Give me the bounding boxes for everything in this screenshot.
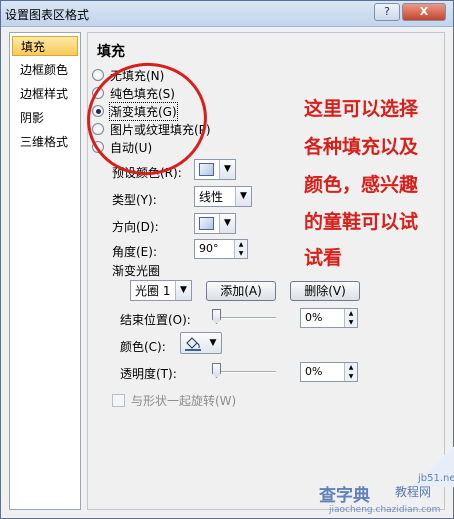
transparency-slider-track xyxy=(212,371,276,373)
chevron-down-icon: ▼ xyxy=(175,281,191,300)
type-label: 类型(Y): xyxy=(112,193,157,207)
panel-title: 填充 xyxy=(97,44,125,60)
type-value: 线性 xyxy=(199,190,224,204)
angle-spinner[interactable]: 90° ▲ ▼ xyxy=(194,239,248,259)
watermark: jb51.net 查字典 教程网 jiaocheng.chazidian.com xyxy=(319,473,454,519)
spin-down-icon[interactable]: ▼ xyxy=(344,318,357,327)
gradient-stop-dropdown[interactable]: 光圈 1 ▼ xyxy=(130,280,192,301)
color-picker-button[interactable]: ▼ xyxy=(180,332,222,354)
spin-up-icon[interactable]: ▲ xyxy=(344,309,357,318)
end-position-value: 0% xyxy=(305,311,323,324)
type-dropdown[interactable]: 线性 ▼ xyxy=(194,186,252,207)
chevron-down-icon: ▼ xyxy=(209,338,217,348)
annotation-line-3: 颜色，感兴趣 xyxy=(304,174,419,196)
nav-item-border-style[interactable]: 边框样式 xyxy=(12,84,78,104)
paint-bucket-icon xyxy=(185,337,201,351)
gradient-swatch xyxy=(199,163,214,176)
watermark-site-text: 教程网 xyxy=(395,485,432,499)
help-button[interactable]: ? xyxy=(374,3,400,21)
watermark-url-text: jiaocheng.chazidian.com xyxy=(329,505,441,515)
transparency-slider-thumb[interactable] xyxy=(212,363,221,378)
angle-label: 角度(E): xyxy=(112,245,157,259)
preset-colors-dropdown[interactable]: ▼ xyxy=(194,159,236,180)
add-stop-button[interactable]: 添加(A) xyxy=(206,281,276,301)
annotation-line-2: 各种填充以及 xyxy=(304,136,419,158)
spin-up-icon[interactable]: ▲ xyxy=(234,240,247,249)
delete-stop-button[interactable]: 删除(V) xyxy=(290,281,360,301)
annotation-line-4: 的童鞋可以试 xyxy=(304,211,419,233)
nav-item-3d-format[interactable]: 三维格式 xyxy=(12,132,78,152)
close-button[interactable]: X xyxy=(402,3,446,21)
title-bar: 设置图表区格式 ? X xyxy=(1,1,453,27)
checkbox-box[interactable] xyxy=(112,394,125,407)
dialog-title: 设置图表区格式 xyxy=(5,8,90,22)
end-position-label: 结束位置(O): xyxy=(120,313,191,327)
nav-item-fill[interactable]: 填充 xyxy=(12,36,78,56)
spin-down-icon[interactable]: ▼ xyxy=(344,372,357,381)
rotate-with-shape-checkbox[interactable]: 与形状一起旋转(W) xyxy=(112,392,236,409)
category-list: 填充 边框颜色 边框样式 阴影 三维格式 xyxy=(9,32,81,510)
watermark-main-text: 查字典 xyxy=(319,486,370,506)
direction-label: 方向(D): xyxy=(112,220,159,234)
annotation-line-5: 试看 xyxy=(304,247,343,269)
color-label: 颜色(C): xyxy=(120,340,166,354)
direction-swatch xyxy=(199,217,214,230)
gradient-stops-label: 渐变光圈 xyxy=(112,264,161,278)
checkbox-label: 与形状一起旋转(W) xyxy=(131,394,237,408)
format-chart-area-dialog: 设置图表区格式 ? X 填充 边框颜色 边框样式 阴影 三维格式 填充 无填充(… xyxy=(0,0,454,519)
transparency-value: 0% xyxy=(305,365,323,378)
transparency-spinner[interactable]: 0% ▲ ▼ xyxy=(300,362,358,382)
spin-up-icon[interactable]: ▲ xyxy=(344,363,357,372)
radio-button[interactable] xyxy=(92,69,104,81)
end-position-slider-thumb[interactable] xyxy=(212,309,221,324)
spin-down-icon[interactable]: ▼ xyxy=(234,249,247,258)
chevron-down-icon: ▼ xyxy=(219,160,235,179)
nav-item-shadow[interactable]: 阴影 xyxy=(12,108,78,128)
chevron-down-icon: ▼ xyxy=(219,214,235,233)
stop-value: 光圈 1 xyxy=(135,284,171,298)
nav-item-border-color[interactable]: 边框颜色 xyxy=(12,60,78,80)
transparency-label: 透明度(T): xyxy=(120,367,177,381)
annotation-line-1: 这里可以选择 xyxy=(304,98,419,120)
end-position-spinner[interactable]: 0% ▲ ▼ xyxy=(300,308,358,328)
direction-dropdown[interactable]: ▼ xyxy=(194,213,236,234)
angle-value: 90° xyxy=(199,242,219,255)
end-position-slider-track xyxy=(212,317,276,319)
chevron-down-icon: ▼ xyxy=(235,187,251,206)
